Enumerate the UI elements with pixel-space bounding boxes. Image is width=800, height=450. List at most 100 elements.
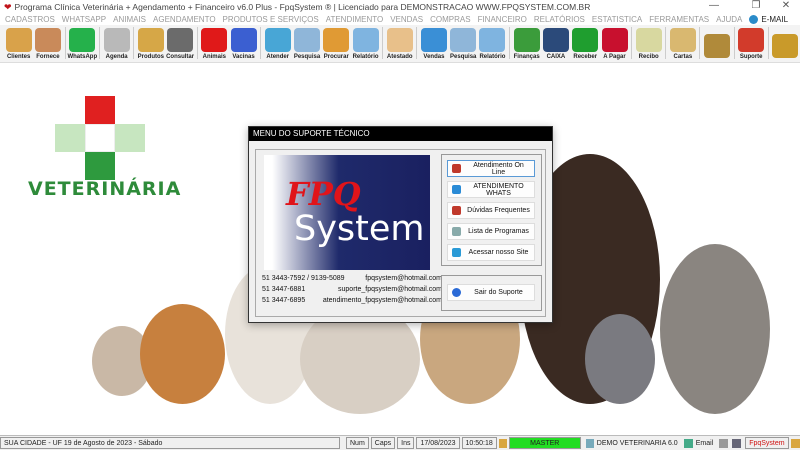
- menu-atendimento[interactable]: ATENDIMENTO: [326, 15, 383, 24]
- dialog-panel: FPQ System 51 3443-7592 / 9139-5089 fpqsy…: [255, 149, 546, 317]
- toolbar-label: Agenda: [105, 54, 128, 60]
- status-email[interactable]: Email: [696, 440, 714, 447]
- toolbar-button-caixa[interactable]: CAIXA: [541, 24, 570, 62]
- toolbar-separator: [64, 27, 66, 59]
- toolbar-button-consultar[interactable]: Consultar: [165, 24, 194, 62]
- contact-row: 51 3443-7592 / 9139-5089 fpqsystem@hotmai…: [262, 275, 442, 286]
- status-caps: Caps: [370, 437, 396, 449]
- toolbar-separator: [733, 27, 735, 59]
- toolbar-button-produtos[interactable]: Produtos: [136, 24, 165, 62]
- support-button-atendimento-whats[interactable]: ATENDIMENTO WHATS: [447, 181, 535, 198]
- menu-financeiro[interactable]: FINANCEIRO: [478, 15, 527, 24]
- menu-relat-rios[interactable]: RELATÓRIOS: [534, 15, 585, 24]
- scroll-icon: [669, 28, 696, 52]
- toolbar-label: Atestado: [386, 54, 413, 60]
- toolbar-separator: [665, 27, 667, 59]
- close-button[interactable]: ✕: [772, 0, 800, 14]
- menu-produtos-e-servi-os[interactable]: PRODUTOS E SERVIÇOS: [223, 15, 319, 24]
- toolbar-separator: [509, 27, 511, 59]
- menu-whatsapp[interactable]: WHATSAPP: [62, 15, 106, 24]
- toolbar-button-suporte[interactable]: Suporte: [737, 24, 766, 62]
- toolbar-label: Pesquisa: [450, 54, 477, 60]
- toolbar-button-coin[interactable]: [702, 24, 731, 62]
- contact-email[interactable]: suporte_fpqsystem@hotmail.com: [338, 286, 442, 297]
- menu-agendamento[interactable]: AGENDAMENTO: [153, 15, 216, 24]
- contact-row: 51 3447-6895 atendimento_fpqsystem@hotmai…: [262, 297, 442, 308]
- coin-icon: [704, 34, 731, 58]
- toolbar-button-animais[interactable]: Animais: [200, 24, 229, 62]
- folder-icon: [323, 28, 350, 52]
- menu-ferramentas[interactable]: FERRAMENTAS: [649, 15, 709, 24]
- calculator-icon[interactable]: [732, 438, 742, 448]
- menu-vendas[interactable]: VENDAS: [390, 15, 423, 24]
- toolbar-button-fornece[interactable]: Fornece: [33, 24, 62, 62]
- toolbar-button-finan-as[interactable]: Finanças: [512, 24, 541, 62]
- toolbar-button-atestado[interactable]: Atestado: [385, 24, 414, 62]
- company-icon: [585, 438, 594, 448]
- toolbar-label: Fornece: [36, 54, 60, 60]
- toolbar-separator: [196, 27, 198, 59]
- menu-animais[interactable]: ANIMAIS: [113, 15, 146, 24]
- toolbar-button-relat-rio[interactable]: Relatório: [351, 24, 380, 62]
- status-time: 10:50:18: [461, 437, 497, 449]
- support-button-lista-de-programas[interactable]: Lista de Programas: [447, 223, 535, 240]
- toolbar-button-receber[interactable]: Receber: [571, 24, 600, 62]
- toolbar-button-procurar[interactable]: Procurar: [322, 24, 351, 62]
- toolbar-label: Procurar: [323, 54, 349, 60]
- toolbar-button-clientes[interactable]: Clientes: [4, 24, 33, 62]
- toolbar-button-a-pagar[interactable]: A Pagar: [600, 24, 629, 62]
- fpq-banner: FPQ System: [264, 155, 430, 270]
- status-user: MASTER: [508, 437, 581, 449]
- toolbar-button-atender[interactable]: Atender: [263, 24, 292, 62]
- maximize-button[interactable]: ❐: [742, 0, 770, 14]
- toolbar-separator: [699, 27, 701, 59]
- toolbar-label: Cartas: [673, 54, 693, 60]
- menu-estatistica[interactable]: ESTATISTICA: [592, 15, 642, 24]
- toolbar-label: Pesquisa: [293, 54, 321, 60]
- toolbar-button-relat-rio[interactable]: Relatório: [478, 24, 507, 62]
- email-icon: [749, 15, 759, 24]
- button-label: Lista de Programas: [468, 228, 529, 235]
- toolbar: Clientes Fornece WhatsApp Agenda Produtos Con…: [0, 25, 800, 63]
- toolbar-label: Clientes: [6, 54, 31, 60]
- tabby-cat-image: [660, 244, 770, 414]
- support-button-d-vidas-frequentes[interactable]: Dúvidas Frequentes: [447, 202, 535, 219]
- menu-compras[interactable]: COMPRAS: [430, 15, 470, 24]
- toolbar-button-exit-door[interactable]: [771, 24, 800, 62]
- toolbar-button-vacinas[interactable]: Vacinas: [229, 24, 258, 62]
- contact-email[interactable]: atendimento_fpqsystem@hotmail.com: [323, 297, 442, 308]
- toolbar-separator: [260, 27, 262, 59]
- toolbar-button-pesquisa[interactable]: Pesquisa: [449, 24, 478, 62]
- exit-door-icon: [772, 34, 799, 58]
- calendar-icon: [103, 28, 130, 52]
- toolbar-button-vendas[interactable]: Vendas: [419, 24, 448, 62]
- toolbar-label: Relatório: [479, 54, 506, 60]
- support-button-atendimento-on-line[interactable]: Atendimento On Line: [447, 160, 535, 177]
- toolbar-separator: [99, 27, 101, 59]
- email-icon: [683, 438, 693, 448]
- toolbar-label: Consultar: [166, 54, 195, 60]
- exit-support-button[interactable]: Sair do Suporte: [447, 284, 535, 301]
- chat-bubble-icon: [452, 185, 461, 194]
- status-num: Num: [346, 437, 369, 449]
- contact-email[interactable]: fpqsystem@hotmail.com: [365, 275, 442, 286]
- toolbar-button-recibo[interactable]: Recibo: [634, 24, 663, 62]
- menu-ajuda[interactable]: AJUDA: [716, 15, 742, 24]
- minimize-button[interactable]: —: [700, 0, 728, 14]
- status-ins: Ins: [397, 437, 415, 449]
- toolbar-button-agenda[interactable]: Agenda: [102, 24, 131, 62]
- barcode-icon: [167, 28, 194, 52]
- program-list-icon: [452, 227, 461, 236]
- toolbar-button-whatsapp[interactable]: WhatsApp: [67, 24, 97, 62]
- contact-row: 51 3447-6881 suporte_fpqsystem@hotmail.co…: [262, 286, 442, 297]
- support-button-acessar-nosso-site[interactable]: Acessar nosso Site: [447, 244, 535, 261]
- menu-cadastros[interactable]: CADASTROS: [5, 15, 55, 24]
- menu-email[interactable]: E-MAIL: [749, 15, 795, 24]
- logo-text: VETERINÁRIA: [28, 178, 182, 200]
- toolbar-button-pesquisa[interactable]: Pesquisa: [292, 24, 321, 62]
- printer-icon[interactable]: [719, 438, 729, 448]
- toolbar-separator: [133, 27, 135, 59]
- toolbar-button-cartas[interactable]: Cartas: [668, 24, 697, 62]
- banner-system: System: [294, 209, 425, 249]
- toolbar-label: Receber: [573, 54, 598, 60]
